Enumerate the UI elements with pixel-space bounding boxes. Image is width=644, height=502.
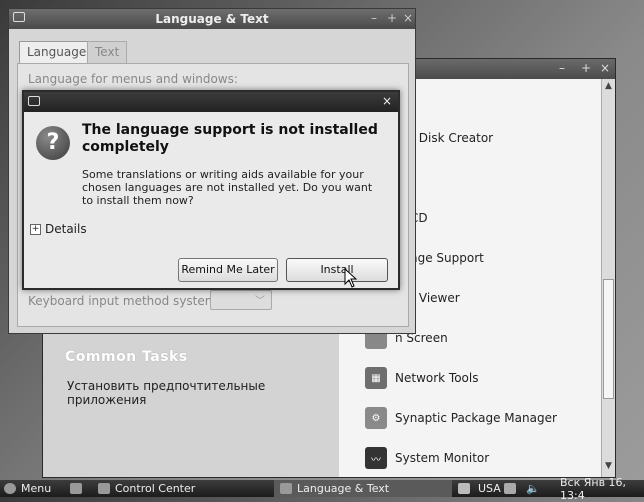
volume-icon: 🔈: [526, 482, 540, 495]
show-desktop-button[interactable]: [70, 480, 87, 497]
details-label[interactable]: Details: [45, 222, 87, 236]
dialog-heading: The language support is not installed co…: [82, 122, 378, 155]
taskbar: Menu Control Center Language & Text USA …: [0, 476, 644, 502]
package-icon: ⚙: [365, 407, 387, 429]
common-task-link[interactable]: Установить предпочтительные приложения: [67, 379, 339, 407]
keyboard-input-label: Keyboard input method system:: [28, 294, 221, 308]
language-text-titlebar[interactable]: Language & Text – + ×: [9, 9, 415, 29]
scroll-up-icon[interactable]: ▲: [602, 81, 615, 95]
network-icon: [504, 483, 516, 494]
mouse-pointer-icon: [344, 268, 358, 288]
taskbar-task-language-text[interactable]: Language & Text: [274, 480, 452, 497]
vertical-scrollbar[interactable]: ▲ ▼: [601, 79, 615, 477]
expander-plus-icon[interactable]: +: [30, 223, 41, 235]
language-support-dialog: × ? The language support is not installe…: [22, 90, 400, 290]
control-center-icon: [98, 483, 110, 494]
maximize-button[interactable]: +: [581, 61, 591, 75]
taskbar-menu-button[interactable]: Menu: [4, 480, 51, 497]
tray-network-icon[interactable]: [504, 480, 521, 497]
menu-icon: [4, 483, 16, 494]
minimize-button[interactable]: –: [559, 61, 565, 75]
common-tasks-heading: Common Tasks: [65, 349, 188, 365]
tab-text[interactable]: Text: [87, 41, 128, 63]
window-icon: [280, 483, 292, 494]
dialog-close-button[interactable]: ×: [382, 94, 392, 108]
install-button[interactable]: Install: [286, 258, 388, 282]
clock[interactable]: Вск Янв 16, 13:4: [560, 476, 644, 502]
dialog-message: Some translations or writing aids availa…: [82, 168, 373, 207]
keyboard-layout-indicator[interactable]: USA: [478, 480, 501, 497]
close-button[interactable]: ×: [403, 11, 413, 25]
cc-item-system-monitor[interactable]: 〰 System Monitor: [339, 443, 489, 473]
minimize-button[interactable]: –: [371, 11, 377, 25]
network-icon: ▦: [365, 367, 387, 389]
cc-item-synaptic[interactable]: ⚙ Synaptic Package Manager: [339, 403, 557, 433]
scroll-down-icon[interactable]: ▼: [602, 461, 615, 475]
question-icon: ?: [36, 126, 70, 160]
details-expander[interactable]: + Details: [30, 222, 87, 236]
scroll-thumb[interactable]: [603, 279, 614, 399]
shield-icon: [458, 483, 470, 494]
cc-item-network-tools[interactable]: ▦ Network Tools: [339, 363, 478, 393]
chevron-down-icon: ﹀: [255, 296, 265, 307]
keyboard-input-select[interactable]: ﹀: [210, 290, 272, 310]
tray-update-icon[interactable]: [458, 480, 475, 497]
tray-volume-icon[interactable]: 🔈: [526, 480, 540, 497]
close-button[interactable]: ×: [600, 61, 610, 75]
maximize-button[interactable]: +: [387, 11, 397, 25]
tab-language[interactable]: Language: [19, 41, 95, 63]
dialog-titlebar[interactable]: ×: [24, 92, 398, 112]
desktop-icon: [70, 483, 82, 494]
window-menu-icon[interactable]: [28, 96, 40, 106]
monitor-icon: 〰: [365, 447, 387, 469]
window-title: Language & Text: [155, 12, 269, 26]
taskbar-task-control-center[interactable]: Control Center: [98, 480, 195, 497]
language-menus-label: Language for menus and windows:: [28, 72, 238, 86]
remind-me-later-button[interactable]: Remind Me Later: [178, 258, 278, 282]
